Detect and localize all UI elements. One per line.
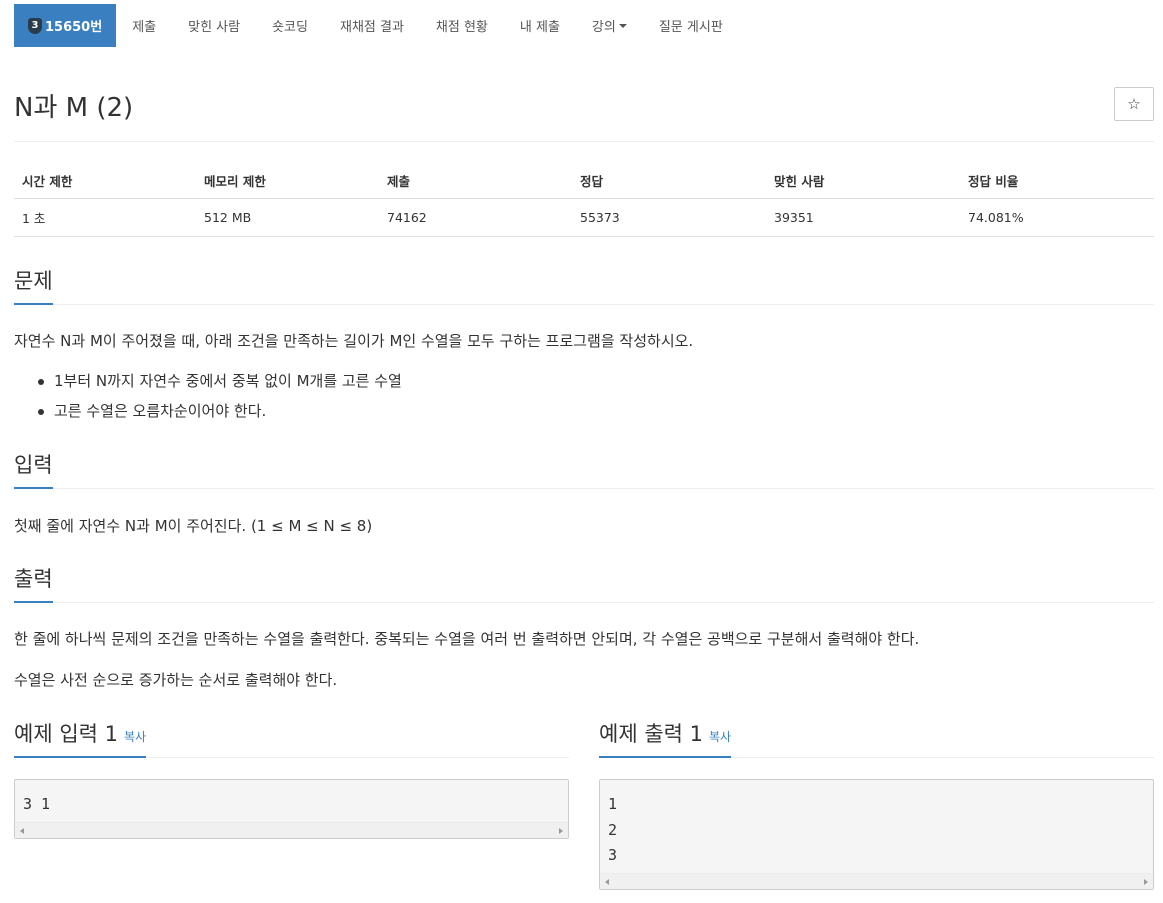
sample-input-title: 예제 입력 1 xyxy=(14,722,118,746)
sample-output-content: 1 2 3 xyxy=(608,795,618,864)
tab-status[interactable]: 채점 현황 xyxy=(420,4,504,47)
tab-lectures[interactable]: 강의 xyxy=(576,4,643,47)
section-divider xyxy=(14,304,1154,305)
list-item: 고른 수열은 오름차순이어야 한다. xyxy=(14,396,402,426)
input-description: 첫째 줄에 자연수 N과 M이 주어진다. (1 ≤ M ≤ N ≤ 8) xyxy=(14,517,373,535)
tab-problem[interactable]: 3 15650번 xyxy=(14,4,117,47)
sample-output-box[interactable]: 1 2 3 xyxy=(599,779,1154,890)
input-heading: 입력 xyxy=(14,449,53,489)
output-section-header: 출력 xyxy=(14,563,1154,603)
sample-input-heading: 예제 입력 1 복사 xyxy=(14,718,147,758)
list-item: 1부터 N까지 자연수 중에서 중복 없이 M개를 고른 수열 xyxy=(14,366,402,396)
problem-info-table: 시간 제한 메모리 제한 제출 정답 맞힌 사람 정답 비율 1 초 512 M… xyxy=(14,163,1154,237)
header-submissions: 제출 xyxy=(379,163,572,199)
scroll-right-icon[interactable] xyxy=(559,828,563,834)
output-order-description: 수열은 사전 순으로 증가하는 순서로 출력해야 한다. xyxy=(14,671,338,689)
problem-section-header: 문제 xyxy=(14,265,1154,305)
tab-short-coding[interactable]: 숏코딩 xyxy=(256,4,324,47)
solved-users-value: 39351 xyxy=(766,198,960,237)
tab-my-submissions[interactable]: 내 제출 xyxy=(504,4,576,47)
sample-input-box[interactable]: 3 1 xyxy=(14,779,569,839)
problem-heading: 문제 xyxy=(14,265,53,305)
sample-input-header: 예제 입력 1 복사 xyxy=(14,718,569,758)
copy-input-link[interactable]: 복사 xyxy=(124,730,146,744)
table-header-row: 시간 제한 메모리 제한 제출 정답 맞힌 사람 정답 비율 xyxy=(14,163,1154,199)
tab-solved-users[interactable]: 맞힌 사람 xyxy=(172,4,256,47)
caret-down-icon xyxy=(618,23,627,28)
scroll-right-icon[interactable] xyxy=(1144,879,1148,885)
problem-description: 자연수 N과 M이 주어졌을 때, 아래 조건을 만족하는 길이가 M인 수열을… xyxy=(14,332,694,350)
scroll-left-icon[interactable] xyxy=(605,879,609,885)
header-accepted: 정답 xyxy=(572,163,766,199)
horizontal-scrollbar[interactable] xyxy=(15,822,568,838)
header-time-limit: 시간 제한 xyxy=(14,163,196,199)
time-limit-value: 1 초 xyxy=(14,198,196,237)
tab-lectures-label: 강의 xyxy=(591,20,616,35)
sample-output-title: 예제 출력 1 xyxy=(599,722,703,746)
output-description: 한 줄에 하나씩 문제의 조건을 만족하는 수열을 출력한다. 중복되는 수열을… xyxy=(14,630,920,648)
scroll-left-icon[interactable] xyxy=(20,828,24,834)
tab-rejudge[interactable]: 재채점 결과 xyxy=(324,4,420,47)
accepted-value: 55373 xyxy=(572,198,766,237)
table-row: 1 초 512 MB 74162 55373 39351 74.081% xyxy=(14,198,1154,237)
section-divider xyxy=(14,602,1154,603)
sample-output-heading: 예제 출력 1 복사 xyxy=(599,718,732,758)
section-divider xyxy=(14,488,1154,489)
output-heading: 출력 xyxy=(14,563,53,603)
divider xyxy=(14,141,1154,142)
condition-list: 1부터 N까지 자연수 중에서 중복 없이 M개를 고른 수열 고른 수열은 오… xyxy=(14,366,402,426)
star-button[interactable]: ☆ xyxy=(1114,87,1154,121)
tab-board[interactable]: 질문 게시판 xyxy=(643,4,739,47)
horizontal-scrollbar[interactable] xyxy=(600,873,1153,889)
header-memory-limit: 메모리 제한 xyxy=(196,163,379,199)
tab-submit[interactable]: 제출 xyxy=(116,4,172,47)
memory-limit-value: 512 MB xyxy=(196,198,379,237)
input-section-header: 입력 xyxy=(14,449,1154,489)
star-icon: ☆ xyxy=(1127,95,1141,113)
sample-input-content: 3 1 xyxy=(23,795,51,813)
accept-ratio-value: 74.081% xyxy=(960,198,1154,237)
problem-menu: 3 15650번 제출 맞힌 사람 숏코딩 재채점 결과 채점 현황 내 제출 … xyxy=(14,4,739,47)
problem-title: N과 M (2) xyxy=(14,93,134,123)
submissions-value: 74162 xyxy=(379,198,572,237)
header-solved-users: 맞힌 사람 xyxy=(766,163,960,199)
sample-output-header: 예제 출력 1 복사 xyxy=(599,718,1154,758)
tab-problem-label: 15650번 xyxy=(45,20,103,35)
copy-output-link[interactable]: 복사 xyxy=(709,730,731,744)
tier-badge-icon: 3 xyxy=(28,17,42,34)
header-accept-ratio: 정답 비율 xyxy=(960,163,1154,199)
